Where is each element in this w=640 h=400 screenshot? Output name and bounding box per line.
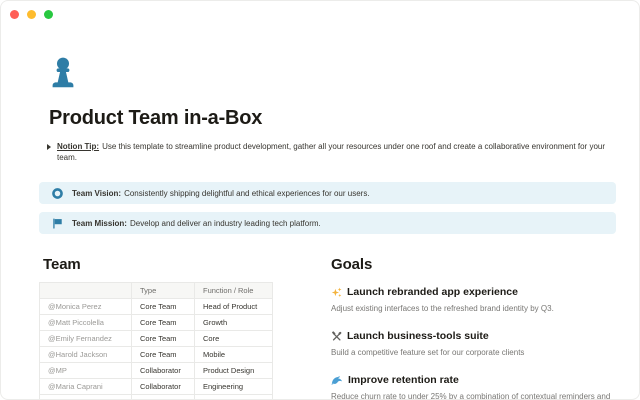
hammer-wrench-icon bbox=[331, 330, 342, 342]
goals-section: Goals Launch rebranded app experience Ad… bbox=[331, 256, 616, 400]
goal-description: Adjust existing interfaces to the refres… bbox=[331, 304, 554, 313]
member-type: Core Team bbox=[131, 314, 195, 331]
toggle-arrow-icon[interactable] bbox=[47, 143, 51, 150]
app-window: Product Team in-a-Box Notion Tip: Use thi… bbox=[0, 0, 640, 400]
table-header-row: Type Function / Role bbox=[39, 282, 273, 299]
member-mention[interactable]: @Maria Caprani bbox=[39, 378, 132, 395]
goal-description: Build a competitive feature set for our … bbox=[331, 348, 525, 357]
two-column-layout: Team Type Function / Role @Monica Perez bbox=[39, 256, 616, 400]
team-vision-label: Team Vision: bbox=[72, 188, 122, 198]
member-role: Data Analytics bbox=[194, 394, 273, 399]
team-mission-callout: Team Mission: Develop and deliver an indu… bbox=[39, 212, 616, 234]
team-section: Team Type Function / Role @Monica Perez bbox=[39, 256, 273, 399]
goal-title-row: Improve retention rate bbox=[331, 374, 616, 386]
member-mention[interactable]: @Emily Fernandez bbox=[39, 330, 132, 347]
goal-title: Launch business-tools suite bbox=[347, 330, 489, 342]
member-type: Collaborator bbox=[131, 378, 195, 395]
goal-item: Launch business-tools suite Build a comp… bbox=[331, 330, 616, 359]
team-vision-callout: Team Vision: Consistently shipping deligh… bbox=[39, 182, 616, 204]
table-row: @Harold Jackson Core Team Mobile bbox=[39, 346, 273, 363]
notion-tip-toggle: Notion Tip: Use this template to streamli… bbox=[45, 141, 616, 163]
member-mention[interactable]: @Monica Perez bbox=[39, 298, 132, 315]
team-table: Type Function / Role @Monica Perez Core … bbox=[39, 282, 273, 399]
goal-description: Reduce churn rate to under 25% by a comb… bbox=[331, 392, 611, 400]
page-content: Product Team in-a-Box Notion Tip: Use thi… bbox=[1, 57, 639, 400]
column-header-type[interactable]: Type bbox=[131, 282, 195, 299]
member-role: Core bbox=[194, 330, 273, 347]
notion-tip-label: Notion Tip: bbox=[57, 142, 100, 151]
table-row: @MP Collaborator Product Design bbox=[39, 362, 273, 379]
table-row: @Maria Caprani Collaborator Engineering bbox=[39, 378, 273, 395]
goals-heading: Goals bbox=[331, 256, 373, 273]
team-vision-body: Consistently shipping delightful and eth… bbox=[124, 188, 370, 198]
member-mention[interactable]: @Esteban Balderas bbox=[39, 394, 132, 399]
table-row: @Monica Perez Core Team Head of Product bbox=[39, 298, 273, 315]
callout-text: Team Vision: Consistently shipping deligh… bbox=[72, 188, 370, 199]
member-role: Product Design bbox=[194, 362, 273, 379]
member-mention[interactable]: @MP bbox=[39, 362, 132, 379]
column-header-role[interactable]: Function / Role bbox=[194, 282, 273, 299]
zoom-button[interactable] bbox=[44, 10, 53, 19]
team-heading: Team bbox=[43, 256, 81, 273]
member-type: Core Team bbox=[131, 298, 195, 315]
flag-icon bbox=[52, 218, 63, 229]
team-mission-body: Develop and deliver an industry leading … bbox=[129, 218, 321, 228]
table-row: @Matt Piccolella Core Team Growth bbox=[39, 314, 273, 331]
goal-item: Launch rebranded app experience Adjust e… bbox=[331, 286, 616, 315]
page-title: Product Team in-a-Box bbox=[49, 107, 263, 129]
sparkles-icon bbox=[331, 287, 342, 298]
goal-title: Launch rebranded app experience bbox=[347, 286, 518, 298]
member-mention[interactable]: @Harold Jackson bbox=[39, 346, 132, 363]
pawn-icon[interactable] bbox=[51, 57, 75, 92]
dolphin-icon bbox=[331, 375, 343, 385]
notion-tip-text: Notion Tip: Use this template to streamli… bbox=[57, 141, 616, 163]
member-type: Collaborator bbox=[131, 394, 195, 399]
member-role: Head of Product bbox=[194, 298, 273, 315]
member-role: Growth bbox=[194, 314, 273, 331]
member-role: Engineering bbox=[194, 378, 273, 395]
table-row: @Esteban Balderas Collaborator Data Anal… bbox=[39, 394, 273, 399]
column-header-member bbox=[39, 282, 132, 299]
window-controls bbox=[1, 1, 639, 19]
member-type: Collaborator bbox=[131, 362, 195, 379]
member-mention[interactable]: @Matt Piccolella bbox=[39, 314, 132, 331]
goal-title-row: Launch rebranded app experience bbox=[331, 286, 616, 298]
member-type: Core Team bbox=[131, 330, 195, 347]
goal-title: Improve retention rate bbox=[348, 374, 459, 386]
table-row: @Emily Fernandez Core Team Core bbox=[39, 330, 273, 347]
close-button[interactable] bbox=[10, 10, 19, 19]
member-role: Mobile bbox=[194, 346, 273, 363]
notion-tip-body: Use this template to streamline product … bbox=[57, 142, 605, 162]
member-type: Core Team bbox=[131, 346, 195, 363]
gear-icon bbox=[52, 187, 63, 199]
goal-item: Improve retention rate Reduce churn rate… bbox=[331, 374, 616, 400]
goal-title-row: Launch business-tools suite bbox=[331, 330, 616, 342]
team-mission-label: Team Mission: bbox=[72, 218, 127, 228]
minimize-button[interactable] bbox=[27, 10, 36, 19]
callout-text: Team Mission: Develop and deliver an indu… bbox=[72, 218, 321, 229]
